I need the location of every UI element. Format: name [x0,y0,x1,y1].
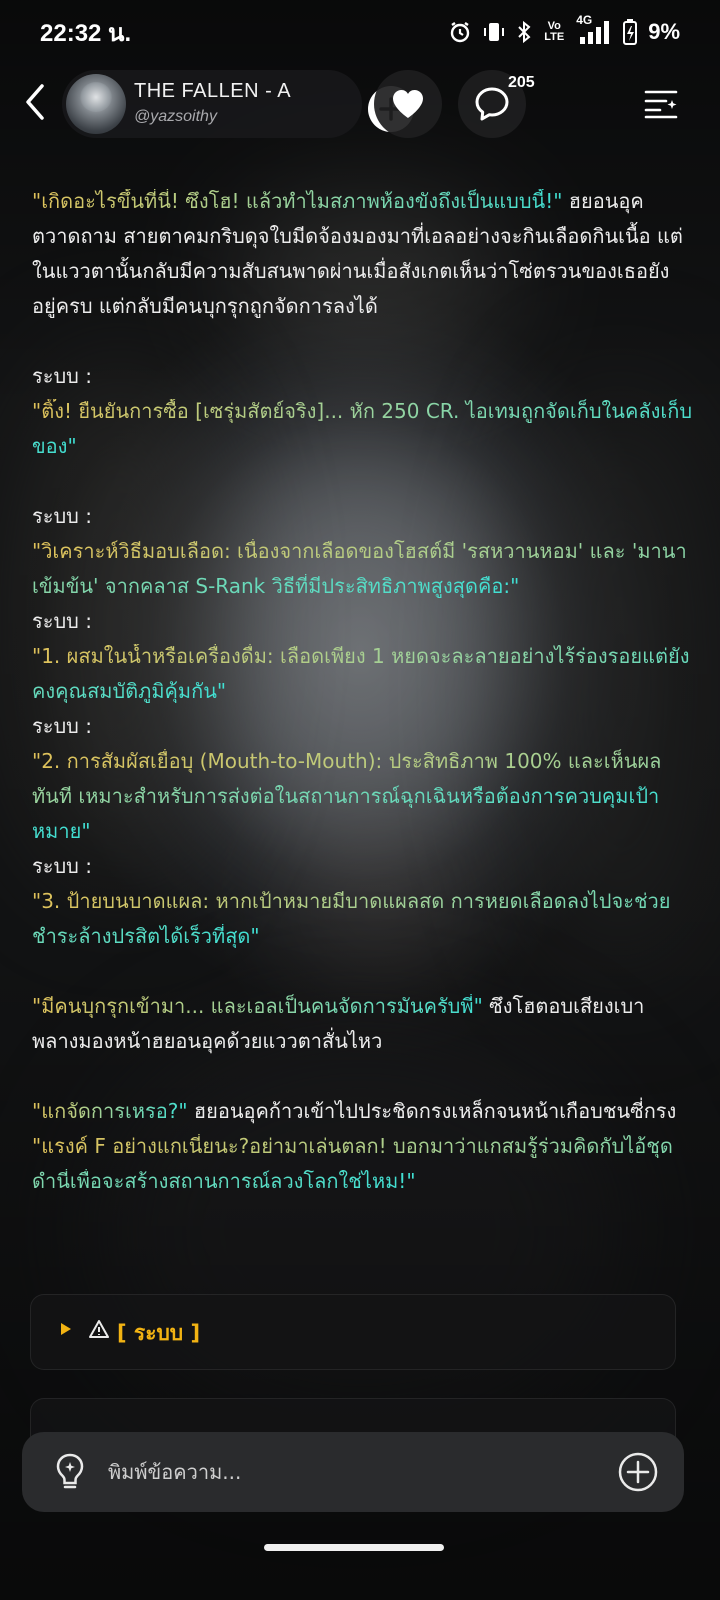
battery-icon [622,18,638,46]
paragraph: "แรงค์ F อย่างแกเนี่ยนะ?อย่ามาเล่นตลก! บ… [32,1129,692,1199]
system-message: ระบบ : "ติ๊ง! ยืนยันการซื้อ [เซรุ่มสัตย์… [32,359,692,464]
paragraph: "แกจัดการเหรอ?" ฮยอนอุคก้าวเข้าไปประชิดก… [32,1094,692,1129]
avatar[interactable] [66,74,126,134]
volte-icon: Vo LTE [544,20,565,43]
system-label: ระบบ : [32,854,92,878]
chapter-menu-button[interactable] [640,82,684,126]
dialogue-text: "มีคนบุกรุกเข้ามา... และเอลเป็นคนจัดการม… [32,994,483,1018]
system-label: ระบบ : [32,364,92,388]
dialogue-text: "แกจัดการเหรอ?" [32,1099,188,1123]
system-label: ระบบ : [32,504,92,528]
system-label: ระบบ : [32,714,92,738]
comment-icon [475,87,509,121]
add-attachment-button[interactable] [616,1450,660,1494]
back-button[interactable] [14,80,54,124]
story-title: THE FALLEN - A [134,80,292,102]
dialogue-text: "แรงค์ F อย่างแกเนี่ยนะ?อย่ามาเล่นตลก! บ… [32,1134,673,1193]
system-text: "1. ผสมในน้ำหรือเครื่องดื่ม: เลือดเพียง … [32,644,690,703]
system-message: ระบบ : "วิเคราะห์วิธีมอบเลือด: เนื่องจาก… [32,499,692,604]
status-time: 22:32 น. [40,19,132,47]
message-input[interactable] [108,1452,588,1492]
collapsible-title: [ ระบบ ] [117,1321,201,1345]
like-button[interactable] [374,70,442,138]
system-text: "ติ๊ง! ยืนยันการซื้อ [เซรุ่มสัตย์จริง]..… [32,399,693,458]
story-header: THE FALLEN - A @yazsoithy 205 [0,66,720,142]
system-message: ระบบ : "2. การสัมผัสเยื่อบุ (Mouth-to-Mo… [32,709,692,849]
system-message: ระบบ : "1. ผสมในน้ำหรือเครื่องดื่ม: เลือ… [32,604,692,709]
paragraph: "มีคนบุกรุกเข้ามา... และเอลเป็นคนจัดการม… [32,989,692,1059]
lightbulb-icon [56,1453,84,1489]
battery-percent: 9% [648,19,680,44]
status-bar: 22:32 น. Vo LTE 4G 9% [0,0,720,64]
chevron-left-icon [26,84,44,120]
system-text: "วิเคราะห์วิธีมอบเลือด: เนื่องจากเลือดขอ… [32,539,687,598]
home-indicator[interactable] [264,1544,444,1551]
narration-text: ฮยอนอุคก้าวเข้าไปประชิดกรงเหล็กจนหน้าเกื… [187,1099,677,1123]
expand-arrow-icon [61,1323,71,1335]
warning-icon [89,1319,109,1343]
dialogue-text: "เกิดอะไรขึ้นที่นี่! ซึงโฮ! แล้วทำไมสภาพ… [32,189,563,213]
vibrate-icon [482,20,506,44]
heart-icon [393,90,423,118]
message-bar [22,1432,684,1512]
system-message: ระบบ : "3. ป้ายบนบาดแผล: หากเป้าหมายมีบา… [32,849,692,954]
list-sparkle-icon [644,90,678,119]
system-collapsible[interactable]: [ ระบบ ] [30,1294,676,1370]
author-handle: @yazsoithy [134,108,217,125]
plus-circle-icon [618,1452,658,1492]
lightbulb-button[interactable] [50,1450,90,1494]
author-pill[interactable]: THE FALLEN - A @yazsoithy [62,70,414,138]
bluetooth-icon [516,20,532,44]
system-label: ระบบ : [32,609,92,633]
alarm-icon [448,20,472,44]
system-text: "2. การสัมผัสเยื่อบุ (Mouth-to-Mouth): ป… [32,749,662,843]
paragraph: "เกิดอะไรขึ้นที่นี่! ซึงโฮ! แล้วทำไมสภาพ… [32,184,692,324]
story-content: "เกิดอะไรขึ้นที่นี่! ซึงโฮ! แล้วทำไมสภาพ… [32,184,692,1234]
comment-count: 205 [508,74,535,91]
system-text: "3. ป้ายบนบาดแผล: หากเป้าหมายมีบาดแผลสด … [32,889,671,948]
signal-icon: 4G [576,13,612,45]
